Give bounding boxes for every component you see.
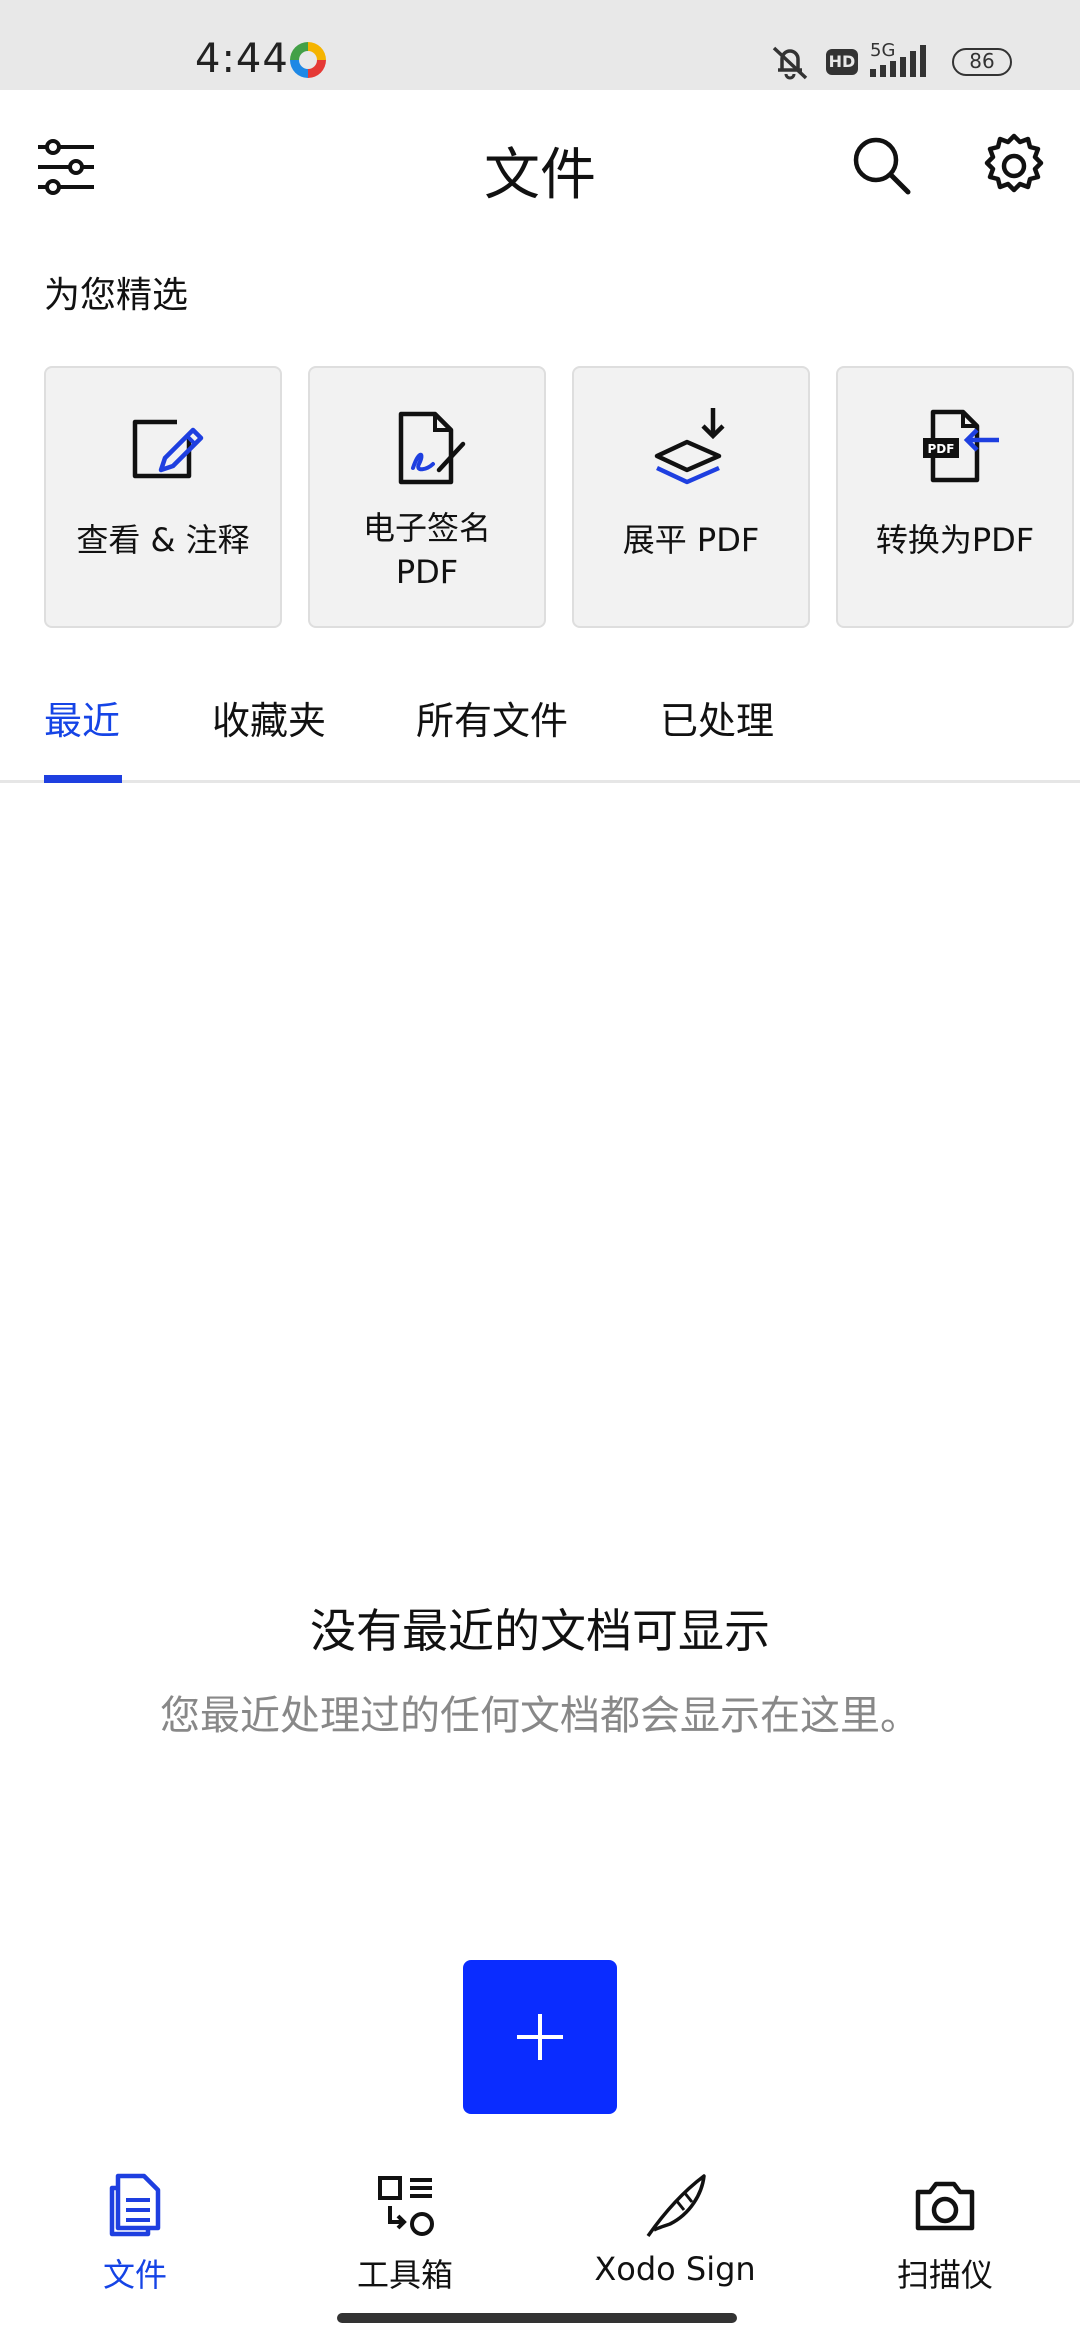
tabs-divider [0, 780, 1080, 783]
card-flatten-pdf[interactable]: 展平 PDF [572, 366, 810, 628]
card-view-annotate[interactable]: 查看 & 注释 [44, 366, 282, 628]
tab-processed[interactable]: 已处理 [660, 690, 774, 745]
card-label-text: 电子签名 PDF [362, 509, 491, 591]
nav-label: 工具箱 [356, 2256, 453, 2294]
status-time: 4:44 [195, 36, 289, 82]
card-convert-pdf[interactable]: PDF 转换为PDF [836, 366, 1074, 628]
tab-all-files[interactable]: 所有文件 [416, 690, 568, 745]
card-label: 展平 PDF [622, 521, 760, 559]
add-button[interactable] [463, 1960, 617, 2114]
svg-text:PDF: PDF [928, 442, 955, 456]
app-notification-icon [290, 42, 326, 78]
gear-icon[interactable] [974, 126, 1054, 206]
empty-state-subtitle: 您最近处理过的任何文档都会显示在这里。 [160, 1693, 920, 1739]
nav-label: 文件 [102, 2256, 167, 2294]
battery-indicator: 86 [952, 48, 1012, 76]
flatten-layers-icon [654, 408, 725, 485]
files-icon [109, 2173, 161, 2237]
empty-state-title: 没有最近的文档可显示 [310, 1604, 770, 1658]
convert-pdf-icon: PDF [923, 409, 999, 483]
quill-pen-icon [646, 2174, 706, 2238]
camera-icon [915, 2181, 975, 2231]
signal-icon [870, 45, 926, 77]
section-title-featured: 为您精选 [44, 275, 189, 316]
card-label: 电子签名 PDF [310, 506, 544, 594]
search-icon[interactable] [842, 126, 922, 206]
tab-recent[interactable]: 最近 [44, 690, 120, 745]
nav-label: Xodo Sign [594, 2250, 756, 2288]
card-label: 转换为PDF [875, 521, 1035, 559]
mute-icon [772, 46, 808, 80]
nav-label: 扫描仪 [896, 2256, 993, 2294]
tab-favorites[interactable]: 收藏夹 [212, 690, 326, 745]
edit-note-icon [132, 419, 204, 479]
nav-xodo-sign[interactable]: Xodo Sign [540, 2170, 810, 2300]
card-label: 查看 & 注释 [76, 521, 250, 559]
card-e-sign[interactable]: 电子签名 PDF [308, 366, 546, 628]
nav-files[interactable]: 文件 [0, 2170, 270, 2300]
hd-badge: HD [826, 49, 858, 75]
e-sign-icon [398, 411, 466, 485]
nav-toolbox[interactable]: 工具箱 [270, 2170, 540, 2300]
toolbox-icon [378, 2176, 434, 2236]
active-tab-indicator [44, 775, 122, 783]
home-indicator[interactable] [337, 2313, 737, 2323]
nav-scanner[interactable]: 扫描仪 [810, 2170, 1080, 2300]
plus-icon [517, 2014, 563, 2060]
